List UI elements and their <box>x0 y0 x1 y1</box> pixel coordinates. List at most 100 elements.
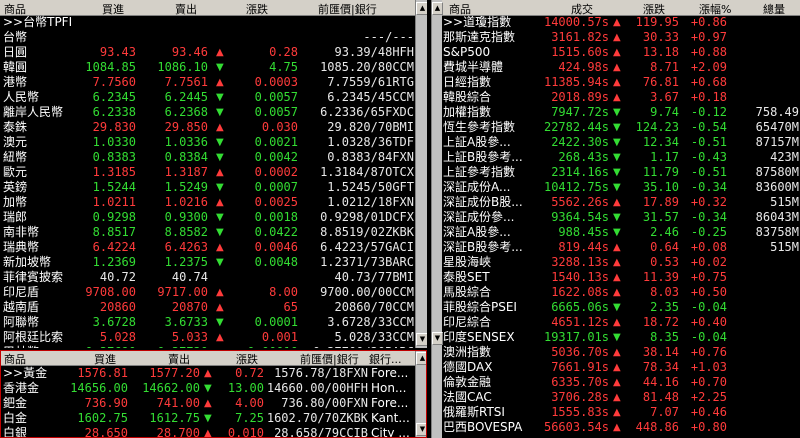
scroll-up-icon[interactable]: ▲ <box>416 2 427 15</box>
table-row[interactable]: 台幣 ---/--- <box>0 30 427 45</box>
triangle-up-icon: ▲ <box>613 407 621 418</box>
table-row[interactable]: 泰銖 29.830 29.850 ▲ 0.030 29.820/70BMI <box>0 120 427 135</box>
row-change-value: 78.34 <box>642 360 679 374</box>
col-header-bank[interactable]: 銀行... <box>369 351 413 367</box>
fx-header-row[interactable]: 商品 買進 賣出 漲跌 前匯價|銀行 <box>0 0 427 16</box>
table-row[interactable]: 深証成份A... 10412.75s ▼ 35.10 -0.34 83600M <box>443 180 800 195</box>
row-change-pct-value: +0.18 <box>690 90 727 104</box>
table-row[interactable]: 上証A股參... 2422.30s ▼ 12.34 -0.51 87157M <box>443 135 800 150</box>
scroll-down-icon[interactable]: ▼ <box>432 332 443 345</box>
table-row[interactable]: 深証成份B股... 5562.26s ▲ 17.89 +0.32 515M <box>443 195 800 210</box>
table-row[interactable]: 白金 1602.75 1612.75 ▼ 7.25 1602.70/70ZKBK Kant.… <box>0 411 427 426</box>
table-row[interactable]: 菲律賓披索 40.72 40.74 40.73/77BMI <box>0 270 427 285</box>
row-sell-value: 0.8384 <box>164 150 208 164</box>
row-change-value: 13.18 <box>642 45 679 59</box>
table-row[interactable]: 韓股綜合 2018.89s ▲ 3.67 +0.18 <box>443 90 800 105</box>
scroll-down-icon[interactable]: ▼ <box>416 423 427 436</box>
table-row[interactable]: 上証B股參考... 268.43s ▼ 1.17 -0.43 423M <box>443 150 800 165</box>
triangle-up-icon: ▲ <box>613 422 621 433</box>
table-row[interactable]: >>黃金 1576.81 1577.20 ▲ 0.72 1576.78/18FXN Fore… <box>0 366 427 381</box>
row-sell-value: 8.8582 <box>164 225 208 239</box>
table-row[interactable]: 馬股綜合 1622.08s ▲ 8.03 +0.50 <box>443 285 800 300</box>
table-row[interactable]: 離岸人民幣 6.2338 6.2368 ▼ 0.0057 6.2336/65FXDC <box>0 105 427 120</box>
col-header-sell[interactable]: 賣出 <box>168 351 190 367</box>
table-row[interactable]: 韓圓 1084.85 1086.10 ▼ 4.75 1085.20/80CCM <box>0 60 427 75</box>
row-last-value: 1555.83s <box>551 405 609 419</box>
row-change-value: 4.00 <box>235 396 264 410</box>
table-row[interactable]: 印度SENSEX 19317.01s ▼ 8.35 -0.04 <box>443 330 800 345</box>
table-row[interactable]: S&P500 1515.60s ▲ 13.18 +0.88 <box>443 45 800 60</box>
row-prev-bank-value: 1.3184/87OTCX <box>320 165 414 179</box>
index-left-scrollbar[interactable]: ▲ ▼ <box>431 0 443 438</box>
table-row[interactable]: 菲股綜合PSEI 6665.06s ▼ 2.35 -0.04 <box>443 300 800 315</box>
table-row[interactable]: 那斯達克指數 3161.82s ▲ 30.33 +0.97 <box>443 30 800 45</box>
row-change-value: 0.0007 <box>254 180 298 194</box>
fx-scrollbar[interactable]: ▲ ▼ <box>415 0 427 348</box>
index-header-row[interactable]: 商品 成交 漲跌 漲幅% 總量 <box>431 0 800 16</box>
col-header-product[interactable]: 商品 <box>4 351 26 367</box>
table-row[interactable]: 白銀 28.650 28.700 ▲ 0.010 28.658/79CCIB City ..… <box>0 426 427 438</box>
table-row[interactable]: 加權指數 7947.72s ▼ 9.74 -0.12 758.49 <box>443 105 800 120</box>
scroll-up-icon[interactable]: ▲ <box>432 2 443 15</box>
table-row[interactable]: 日圓 93.43 93.46 ▲ 0.28 93.39/48HFH <box>0 45 427 60</box>
table-row[interactable]: 深証A股參... 988.45s ▼ 2.46 -0.25 83758M <box>443 225 800 240</box>
col-header-buy[interactable]: 買進 <box>94 351 116 367</box>
table-row[interactable]: 瑞郎 0.9298 0.9300 ▼ 0.0018 0.9298/01DCFX <box>0 210 427 225</box>
row-sell-value: 6.2445 <box>164 90 208 104</box>
row-change-value: 0.72 <box>235 366 264 380</box>
table-row[interactable]: 新加坡幣 1.2369 1.2375 ▼ 0.0048 1.2371/73BARC <box>0 255 427 270</box>
table-row[interactable]: 越南盾 20860 20870 ▲ 65 20860/70CCM <box>0 300 427 315</box>
table-row[interactable]: 鈀金 736.90 741.00 ▲ 4.00 736.80/00FXN Fore... <box>0 396 427 411</box>
table-row[interactable]: 星股海峽 3288.13s ▲ 0.53 +0.02 <box>443 255 800 270</box>
table-row[interactable]: 上証參考指數 2314.16s ▼ 11.79 -0.51 87580M <box>443 165 800 180</box>
table-row[interactable]: 紐幣 0.8383 0.8384 ▼ 0.0042 0.8383/84FXN <box>0 150 427 165</box>
table-row[interactable]: 阿根廷比索 5.028 5.033 ▲ 0.001 5.028/33CCM <box>0 330 427 345</box>
table-row[interactable]: 香港金 14656.00 14662.00 ▼ 13.00 14660.00/00HFH H… <box>0 381 427 396</box>
table-row[interactable]: 恆生參考指數 22782.44s ▼ 124.23 -0.54 65470M <box>443 120 800 135</box>
table-row[interactable]: 日經指數 11385.94s ▲ 76.81 +0.68 <box>443 75 800 90</box>
table-row[interactable]: 俄羅斯RTSI 1555.83s ▲ 7.07 +0.46 <box>443 405 800 420</box>
table-row[interactable]: 深証成份參... 9364.54s ▼ 31.57 -0.34 86043M <box>443 210 800 225</box>
table-row[interactable]: 深証B股參考... 819.44s ▲ 0.64 +0.08 515M <box>443 240 800 255</box>
row-prev-bank-value: 8.8519/02ZKBK <box>320 225 414 239</box>
table-row[interactable]: 瑞典幣 6.4224 6.4263 ▲ 0.0046 6.4223/57GACI <box>0 240 427 255</box>
table-row[interactable]: 巴林幣0.376900.37720▼0.000100.37700/20BARC <box>0 345 427 348</box>
table-row[interactable]: 倫敦金融 6335.70s ▲ 44.16 +0.70 <box>443 375 800 390</box>
table-row[interactable]: 澳元 1.0330 1.0336 ▼ 0.0021 1.0328/36TDF <box>0 135 427 150</box>
triangle-down-icon: ▼ <box>613 167 621 178</box>
triangle-up-icon: ▲ <box>216 197 224 208</box>
table-row[interactable]: 加幣 1.0211 1.0216 ▲ 0.0025 1.0212/18FXN <box>0 195 427 210</box>
table-row[interactable]: 阿聯幣 3.6728 3.6733 ▼ 0.0001 3.6728/33CCM <box>0 315 427 330</box>
triangle-up-icon: ▲ <box>613 32 621 43</box>
table-row[interactable]: 費城半導體 424.98s ▲ 8.71 +2.09 <box>443 60 800 75</box>
row-buy-value: 1602.75 <box>77 411 128 425</box>
table-row[interactable]: 歐元 1.3185 1.3187 ▲ 0.0002 1.3184/87OTCX <box>0 165 427 180</box>
table-row[interactable]: >>台幣TPFI <box>0 15 427 30</box>
table-row[interactable]: >>道瓊指數 14000.57s ▲ 119.95 +0.86 <box>443 15 800 30</box>
triangle-down-icon: ▼ <box>216 227 224 238</box>
row-change-pct-value: +2.09 <box>690 60 727 74</box>
scroll-up-icon[interactable]: ▲ <box>416 352 427 365</box>
table-row[interactable]: 德國DAX 7661.91s ▲ 78.34 +1.03 <box>443 360 800 375</box>
scroll-down-icon[interactable]: ▼ <box>416 333 427 346</box>
table-row[interactable]: 澳洲指數 5036.70s ▲ 38.14 +0.76 <box>443 345 800 360</box>
table-row[interactable]: 印尼盾 9708.00 9717.00 ▲ 8.00 9700.00/00CCM <box>0 285 427 300</box>
col-header-change[interactable]: 漲跌 <box>236 351 258 367</box>
table-row[interactable]: 英鎊 1.5244 1.5249 ▼ 0.0007 1.5245/50GFT <box>0 180 427 195</box>
triangle-down-icon: ▼ <box>216 137 224 148</box>
table-row[interactable]: 巴西BOVESPA 56603.54s ▲ 448.86 +0.80 <box>443 420 800 435</box>
table-row[interactable]: 印尼綜合 4651.12s ▲ 18.72 +0.40 <box>443 315 800 330</box>
row-buy-value: 0.8383 <box>92 150 136 164</box>
metal-header-row[interactable]: 商品 買進 賣出 漲跌 前匯價|銀行 銀行... <box>0 350 427 366</box>
row-last-value: 3288.13s <box>551 255 609 269</box>
table-row[interactable]: 南非幣 8.8517 8.8582 ▼ 0.0422 8.8519/02ZKBK <box>0 225 427 240</box>
col-header-prev-bank[interactable]: 前匯價|銀行 <box>300 351 359 367</box>
table-row[interactable]: 港幣 7.7560 7.7561 ▲ 0.0003 7.7559/61RTG <box>0 75 427 90</box>
row-change-value: 8.35 <box>650 330 679 344</box>
triangle-up-icon: ▲ <box>613 317 621 328</box>
metal-scrollbar[interactable]: ▲ ▼ <box>415 350 427 438</box>
table-row[interactable]: 人民幣 6.2345 6.2445 ▼ 0.0057 6.2345/45CCM <box>0 90 427 105</box>
table-row[interactable]: 法國CAC 3706.28s ▲ 81.48 +2.25 <box>443 390 800 405</box>
table-row[interactable]: 泰股SET 1540.13s ▲ 11.39 +0.75 <box>443 270 800 285</box>
row-volume-value: 86043M <box>755 210 799 224</box>
